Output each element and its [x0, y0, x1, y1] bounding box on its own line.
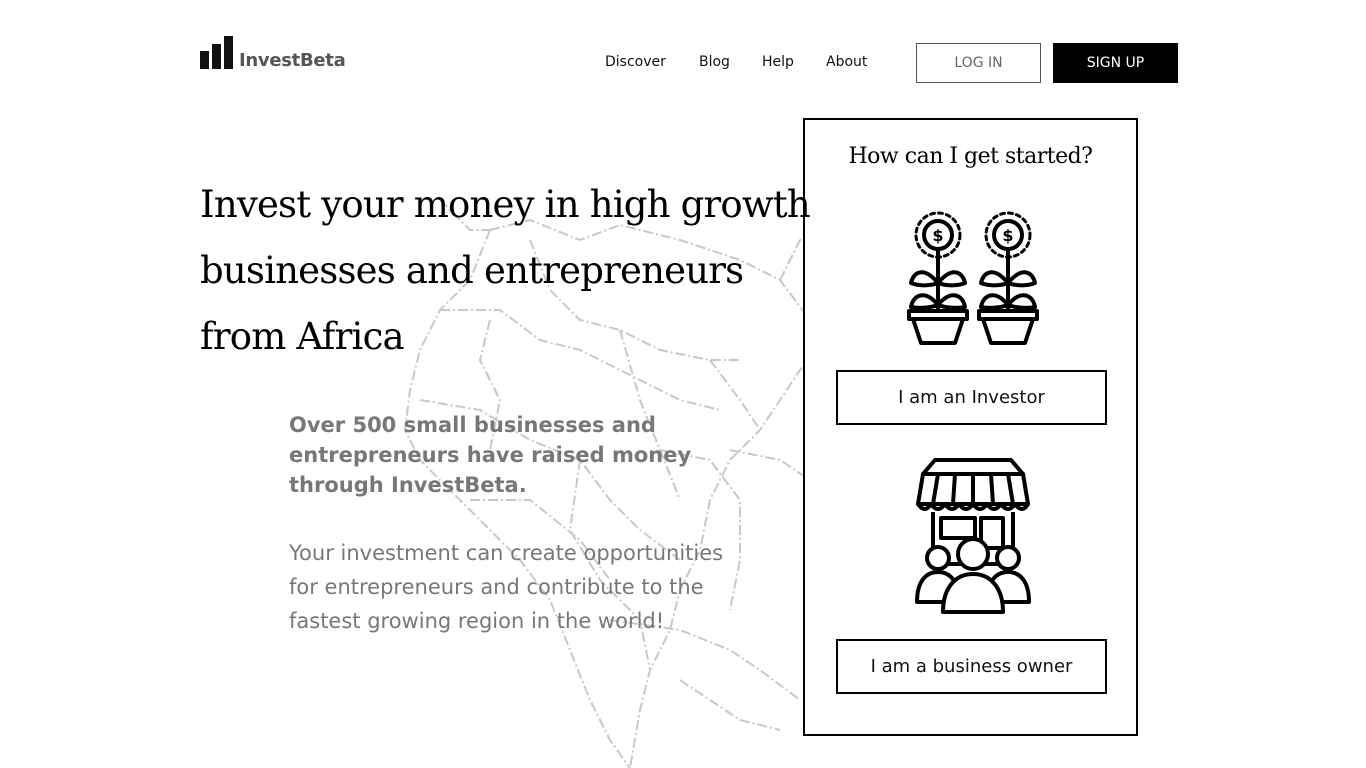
- investor-button[interactable]: I am an Investor: [836, 370, 1107, 425]
- nav-item-discover[interactable]: Discover: [605, 54, 666, 70]
- business-owner-button[interactable]: I am a business owner: [836, 639, 1107, 694]
- login-button[interactable]: LOG IN: [916, 43, 1041, 83]
- hero-lead-bold: Over 500 small businesses and entreprene…: [289, 413, 692, 497]
- get-started-card: How can I get started? $ $ I am an Inves…: [803, 118, 1138, 736]
- svg-text:$: $: [1002, 226, 1013, 245]
- headline-line: businesses and entrepreneurs: [200, 249, 744, 292]
- nav-item-blog[interactable]: Blog: [699, 54, 730, 70]
- signup-button[interactable]: SIGN UP: [1053, 43, 1178, 83]
- hero-headline: Invest your money in high growth busines…: [200, 172, 811, 370]
- hero-lead: Your investment can create opportunities…: [289, 541, 724, 633]
- brand-logo[interactable]: InvestBeta: [200, 36, 346, 71]
- brand-name: InvestBeta: [239, 50, 346, 71]
- headline-line: from Africa: [200, 315, 405, 358]
- logo-bars-icon: [200, 36, 233, 69]
- nav-item-about[interactable]: About: [826, 54, 867, 70]
- nav-item-help[interactable]: Help: [762, 54, 794, 70]
- shop-people-icon: [915, 458, 1031, 614]
- svg-text:$: $: [932, 226, 943, 245]
- headline-line: Invest your money in high growth: [200, 183, 811, 226]
- card-title: How can I get started?: [848, 144, 1093, 169]
- money-plant-icon: $ $: [907, 211, 1039, 345]
